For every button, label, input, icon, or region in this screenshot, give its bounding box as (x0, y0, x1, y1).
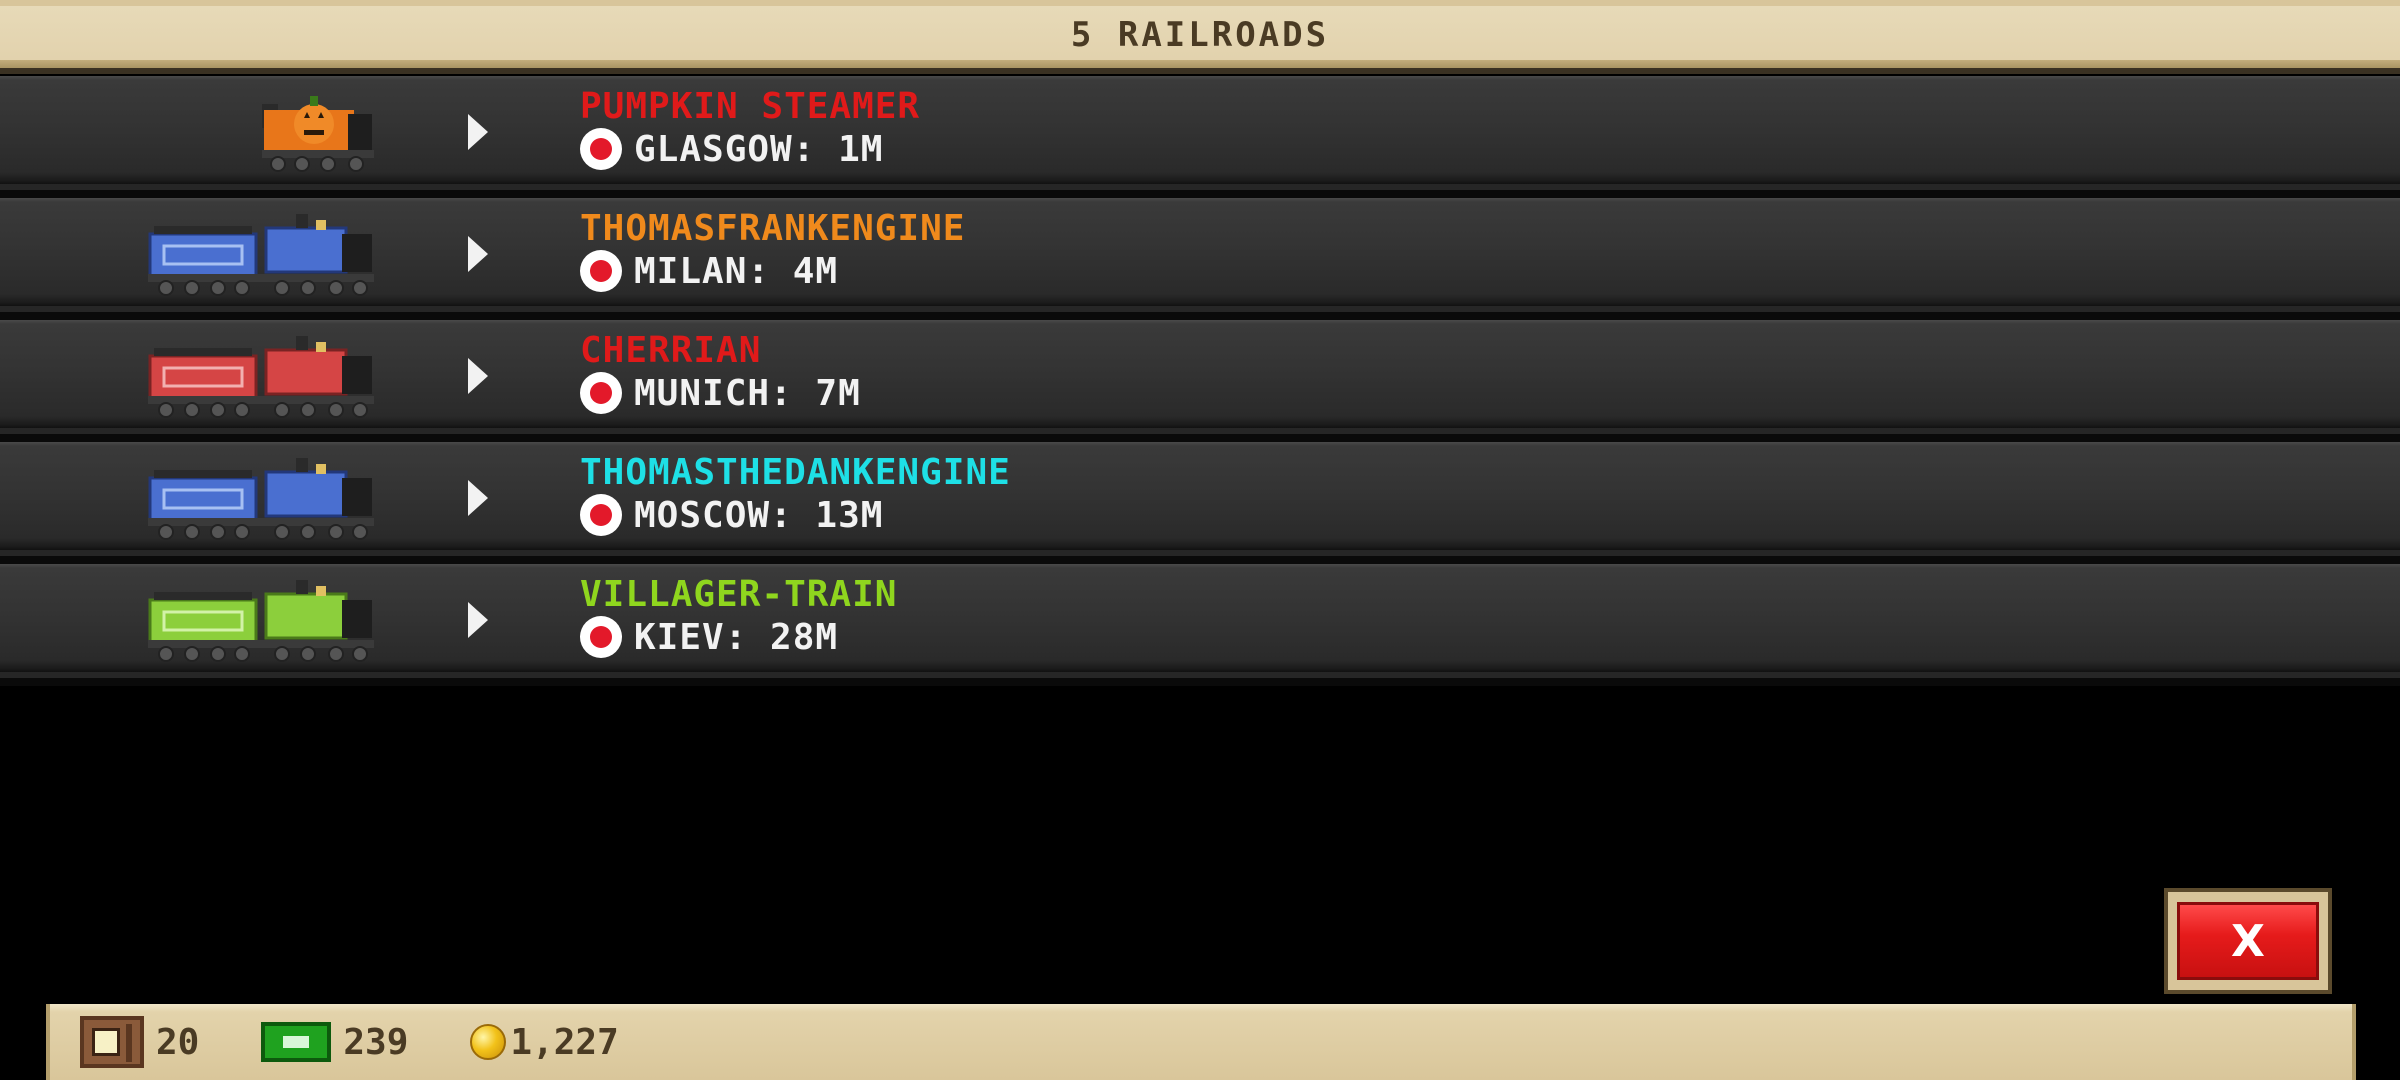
chevron-right-icon (468, 358, 488, 394)
location-pin-icon (580, 128, 622, 170)
railroad-destination: MOSCOW: 13M (580, 494, 883, 536)
chevron-right-icon (468, 480, 488, 516)
chevron-right-icon (468, 602, 488, 638)
close-button[interactable]: X (2164, 888, 2332, 994)
railroad-row[interactable]: THOMASFRANKENGINE MILAN: 4M (0, 198, 2400, 320)
location-pin-icon (580, 250, 622, 292)
coins-stat: 1,227 (470, 1021, 619, 1063)
title-bar: 5 RAILROADS (0, 0, 2400, 74)
railroad-row[interactable]: CHERRIAN MUNICH: 7M (0, 320, 2400, 442)
railroad-row[interactable]: VILLAGER-TRAIN KIEV: 28M (0, 564, 2400, 686)
green-engine-icon (148, 580, 374, 662)
close-icon: X (2231, 915, 2265, 967)
close-button-face: X (2177, 902, 2319, 980)
blue-engine-icon (148, 214, 374, 296)
red-engine-icon (148, 336, 374, 418)
cash-count: 239 (343, 1021, 409, 1063)
destination-text: MUNICH: 7M (634, 372, 861, 414)
cash-stat: 239 (261, 1022, 408, 1063)
location-pin-icon (580, 494, 622, 536)
destination-text: KIEV: 28M (634, 616, 839, 658)
railroad-name: CHERRIAN (580, 330, 762, 371)
railroad-name: THOMASTHEDANKENGINE (580, 452, 1011, 493)
railroad-destination: KIEV: 28M (580, 616, 838, 658)
destination-text: MILAN: 4M (634, 250, 839, 292)
destination-text: MOSCOW: 13M (634, 494, 884, 536)
crate-icon (80, 1016, 144, 1068)
cash-icon (261, 1022, 332, 1062)
page-title: 5 RAILROADS (1070, 15, 1330, 55)
railroad-list: PUMPKIN STEAMER GLASGOW: 1M THOMASFRANKE… (0, 76, 2400, 686)
pumpkin-engine-icon (262, 96, 374, 172)
resource-bar: 20 239 1,227 (46, 1004, 2356, 1080)
crates-stat: 20 (80, 1016, 199, 1068)
railroad-destination: MILAN: 4M (580, 250, 838, 292)
railroad-name: THOMASFRANKENGINE (580, 208, 966, 249)
railroad-row[interactable]: PUMPKIN STEAMER GLASGOW: 1M (0, 76, 2400, 198)
railroad-row[interactable]: THOMASTHEDANKENGINE MOSCOW: 13M (0, 442, 2400, 564)
chevron-right-icon (468, 236, 488, 272)
chevron-right-icon (468, 114, 488, 150)
location-pin-icon (580, 616, 622, 658)
crates-count: 20 (156, 1021, 200, 1063)
blue-engine-icon (148, 458, 374, 540)
railroad-name: PUMPKIN STEAMER (580, 86, 921, 127)
destination-text: GLASGOW: 1M (634, 128, 884, 170)
railroad-destination: GLASGOW: 1M (580, 128, 883, 170)
railroad-destination: MUNICH: 7M (580, 372, 861, 414)
coins-count: 1,227 (510, 1021, 619, 1063)
coin-icon (470, 1024, 507, 1060)
railroad-name: VILLAGER-TRAIN (580, 574, 898, 615)
location-pin-icon (580, 372, 622, 414)
